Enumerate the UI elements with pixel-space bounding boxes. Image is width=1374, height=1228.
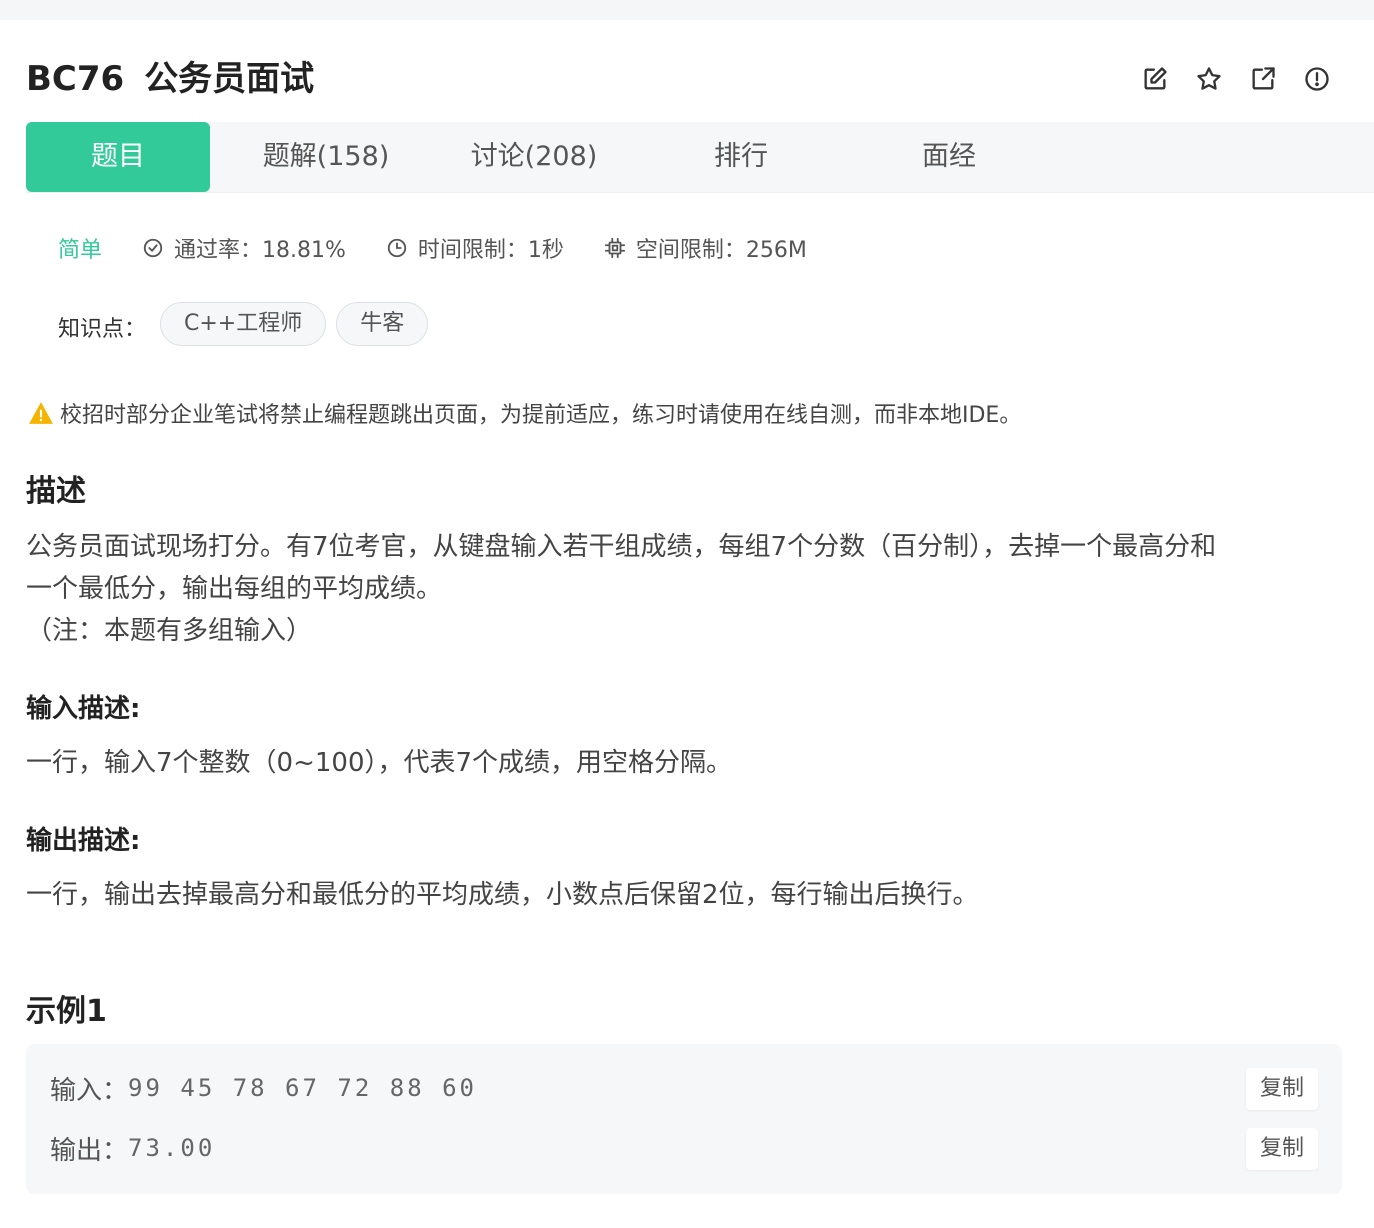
header-actions [1138,62,1334,96]
star-icon [1197,67,1221,90]
warning-icon [29,402,53,424]
tab-bar: 题目 题解(158) 讨论(208) 排行 面经 [26,122,1374,193]
example-input-value: 99 45 78 67 72 88 60 [128,1074,477,1102]
notice-text: 校招时部分企业笔试将禁止编程题跳出页面，为提前适应，练习时请使用在线自测，而非本… [60,403,1022,428]
problem-title: 公务员面试 [144,59,315,99]
difficulty-badge: 简单 [58,238,103,263]
example-output-value: 73.00 [128,1134,216,1162]
pass-rate: 通过率：18.81% [142,232,346,264]
space-limit-text: 空间限制：256M [635,238,807,263]
space-limit: 空间限制：256M [604,232,807,264]
share-button[interactable] [1246,62,1280,96]
description-body: 公务员面试现场打分。有7位考官，从键盘输入若干组成绩，每组7个分数（百分制），去… [26,526,1346,652]
report-icon [1305,67,1329,91]
chip-icon [604,237,625,259]
time-limit-text: 时间限制：1秒 [417,238,564,263]
problem-meta: 简单 通过率：18.81% 时间限制：1秒 空间限制：256M [58,230,847,266]
problem-card: BC76 公务员面试 题目 题解(158) 讨论(208) 排行 面经 简单 通… [0,20,1374,1228]
knowledge-label: 知识点： [58,317,147,342]
input-desc-heading: 输入描述: [26,694,141,724]
tab-discussion[interactable]: 讨论(208) [446,122,622,192]
output-desc-body: 一行，输出去掉最高分和最低分的平均成绩，小数点后保留2位，每行输出后换行。 [26,874,1346,916]
copy-output-button[interactable]: 复制 [1246,1128,1318,1170]
output-desc-text: 一行，输出去掉最高分和最低分的平均成绩，小数点后保留2位，每行输出后换行。 [26,880,979,910]
tab-problem[interactable]: 题目 [26,122,210,192]
description-line: （注：本题有多组输入） [26,616,313,646]
page-title: BC76 公务员面试 [26,56,314,102]
time-limit: 时间限制：1秒 [386,232,564,264]
problem-header: BC76 公务员面试 [26,56,1346,106]
input-desc-text: 一行，输入7个整数（0~100），代表7个成绩，用空格分隔。 [26,748,733,778]
share-icon [1252,67,1275,90]
tag-nowcoder[interactable]: 牛客 [336,302,429,346]
knowledge-tags: 知识点： C++工程师 牛客 [58,302,438,346]
tab-solutions[interactable]: 题解(158) [236,122,416,192]
report-button[interactable] [1300,62,1334,96]
example-input-label: 输入： [50,1075,129,1106]
problem-code: BC76 [26,59,125,99]
example-heading: 示例1 [26,994,107,1029]
example-output-row: 输出： 73.00 [50,1126,215,1170]
example-box: 输入： 99 45 78 67 72 88 60 复制 输出： 73.00 复制 [26,1044,1342,1194]
example-output-label: 输出： [50,1135,129,1166]
description-line: 公务员面试现场打分。有7位考官，从键盘输入若干组成绩，每组7个分数（百分制），去… [26,532,1217,562]
input-desc-body: 一行，输入7个整数（0~100），代表7个成绩，用空格分隔。 [26,742,1346,784]
check-circle-icon [143,238,163,258]
description-heading: 描述 [26,474,86,509]
exam-notice: 校招时部分企业笔试将禁止编程题跳出页面，为提前适应，练习时请使用在线自测，而非本… [28,396,1021,430]
tab-interview[interactable]: 面经 [894,122,1004,192]
tag-cpp-engineer[interactable]: C++工程师 [160,302,327,346]
output-desc-heading: 输出描述: [26,826,141,856]
description-line: 一个最低分，输出每组的平均成绩。 [26,574,443,604]
edit-button[interactable] [1138,62,1172,96]
favorite-button[interactable] [1192,62,1226,96]
tab-ranking[interactable]: 排行 [686,122,796,192]
clock-icon [387,238,407,258]
copy-input-button[interactable]: 复制 [1246,1068,1318,1110]
example-input-row: 输入： 99 45 78 67 72 88 60 [50,1066,477,1110]
edit-icon [1144,67,1167,90]
pass-rate-text: 通过率：18.81% [174,238,346,263]
